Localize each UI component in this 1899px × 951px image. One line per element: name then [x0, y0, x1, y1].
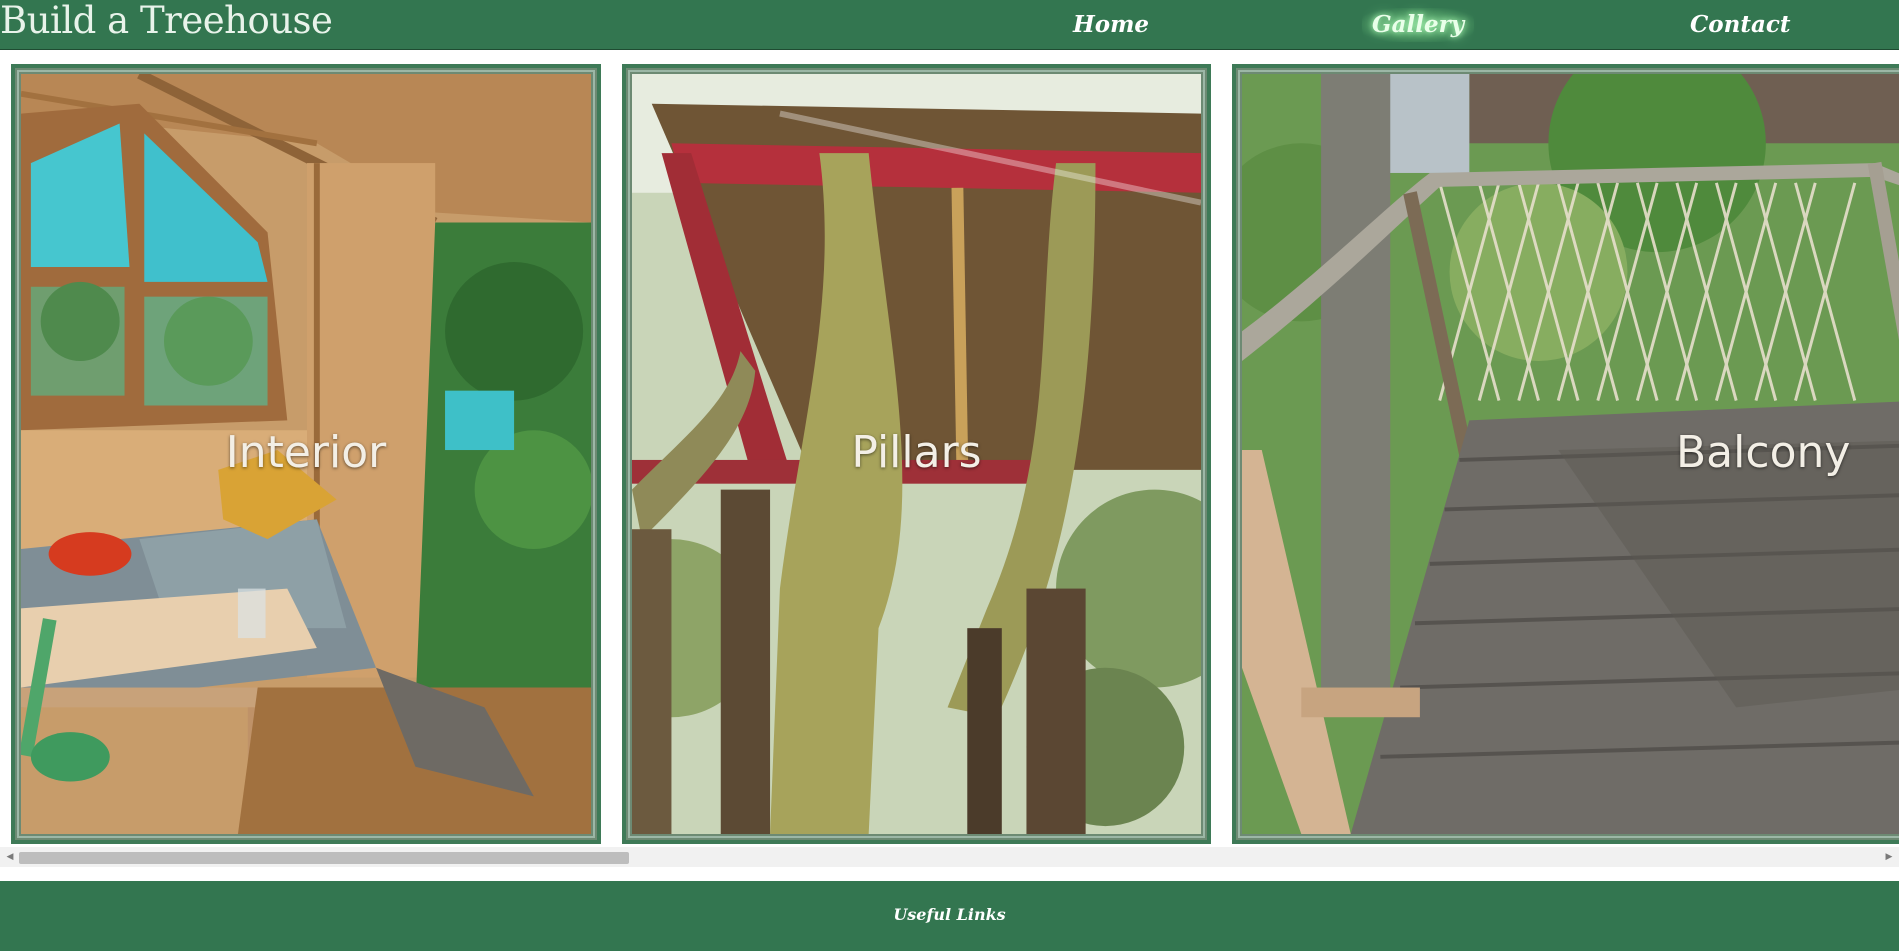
scrollbar-thumb[interactable]: [19, 852, 629, 864]
gallery-strip: Interior Pillars Balcony: [0, 52, 1899, 852]
gallery-card-pillars[interactable]: Pillars: [622, 64, 1211, 844]
scroll-left-arrow-icon[interactable]: ◀: [2, 847, 18, 867]
site-title: Build a Treehouse: [0, 0, 333, 42]
treehouse-pillars-photo: [632, 74, 1201, 834]
treehouse-interior-photo: [21, 74, 591, 834]
gallery-card-interior[interactable]: Interior: [11, 64, 601, 844]
scroll-right-arrow-icon[interactable]: ▶: [1881, 847, 1897, 867]
gallery-horizontal-scrollbar[interactable]: ◀ ▶: [0, 847, 1899, 867]
useful-links-link[interactable]: Useful Links: [0, 905, 1899, 924]
treehouse-balcony-photo: [1242, 74, 1899, 834]
nav-gallery-link[interactable]: Gallery: [1362, 8, 1475, 42]
nav-home-link[interactable]: Home: [1073, 8, 1149, 42]
gallery-card-balcony[interactable]: Balcony: [1232, 64, 1899, 844]
site-footer: Useful Links: [0, 881, 1899, 951]
nav-contact-link[interactable]: Contact: [1690, 8, 1791, 42]
site-header: Build a Treehouse Home Gallery Contact: [0, 0, 1899, 50]
